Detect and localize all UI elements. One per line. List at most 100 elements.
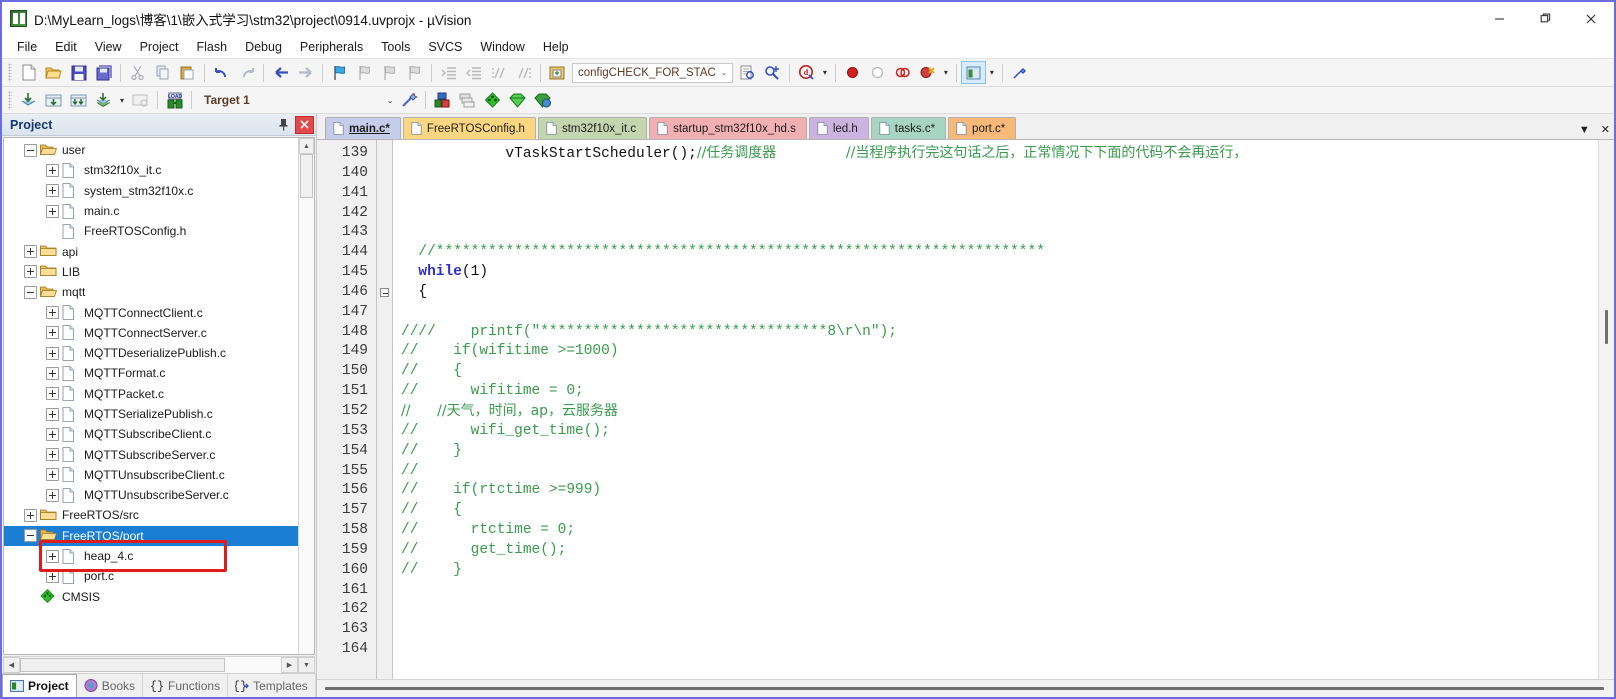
insert-file-icon[interactable] [545, 61, 570, 84]
save-all-icon[interactable] [91, 61, 116, 84]
save-icon[interactable] [66, 61, 91, 84]
panel-tab-books[interactable]: Books [77, 674, 144, 697]
panel-tab-templates[interactable]: {} Templates [228, 674, 316, 697]
close-button[interactable] [1568, 2, 1614, 35]
new-file-icon[interactable] [16, 61, 41, 84]
tree-item-freertosconfig-h[interactable]: FreeRTOSConfig.h [4, 221, 298, 241]
undo-icon[interactable] [209, 61, 234, 84]
code-line[interactable]: // //天气，时间，ap，云服务器 [401, 402, 1598, 422]
expand-icon[interactable] [46, 488, 59, 502]
collapse-icon[interactable] [24, 285, 37, 299]
manage-windows-icon[interactable] [960, 61, 986, 84]
open-file-icon[interactable] [41, 61, 66, 84]
close-icon[interactable] [295, 115, 314, 134]
tree-item-main-c[interactable]: main.c [4, 201, 298, 221]
breakpoints-dropdown-icon[interactable]: ▾ [940, 61, 952, 84]
expand-icon[interactable] [46, 326, 59, 340]
debug-session-icon[interactable]: d [794, 61, 819, 84]
find-in-files-icon[interactable] [735, 61, 760, 84]
menu-file[interactable]: File [8, 37, 46, 57]
manage-project-items-icon[interactable] [430, 89, 455, 112]
tree-item-freertos-src[interactable]: FreeRTOS/src [4, 505, 298, 525]
comment-block-icon[interactable] [486, 61, 511, 84]
copy-icon[interactable] [150, 61, 175, 84]
cut-icon[interactable] [125, 61, 150, 84]
scroll-left-icon[interactable]: ◀ [3, 657, 20, 673]
editor-tab-led-h[interactable]: led.h [808, 117, 869, 139]
editor-scroll-thumb[interactable] [1605, 310, 1608, 344]
scroll-down-icon[interactable]: ▼ [298, 657, 315, 673]
menu-edit[interactable]: Edit [46, 37, 86, 57]
chevron-down-icon[interactable]: ⌄ [716, 68, 732, 77]
tree-item-mqttserializepublish-c[interactable]: MQTTSerializePublish.c [4, 404, 298, 424]
editor-tab-freertosconfig-h[interactable]: FreeRTOSConfig.h [402, 117, 536, 139]
expand-icon[interactable] [46, 468, 59, 482]
tree-item-api[interactable]: api [4, 241, 298, 261]
tree-item-mqttconnectserver-c[interactable]: MQTTConnectServer.c [4, 323, 298, 343]
code-line[interactable] [401, 164, 1598, 184]
multi-project-icon[interactable] [455, 89, 480, 112]
tree-item-system-stm32f10x-c[interactable]: system_stm32f10x.c [4, 181, 298, 201]
tabstrip-close-icon[interactable]: ✕ [1601, 123, 1610, 136]
code-line[interactable] [401, 303, 1598, 323]
expand-icon[interactable] [46, 448, 59, 462]
tree-item-mqtt[interactable]: mqtt [4, 282, 298, 302]
manage-run-time-env-icon[interactable] [505, 89, 530, 112]
expand-icon[interactable] [46, 366, 59, 380]
bookmark-next-icon[interactable] [377, 61, 402, 84]
scroll-track[interactable] [299, 154, 314, 654]
expand-icon[interactable] [46, 549, 59, 563]
menu-view[interactable]: View [86, 37, 131, 57]
tree-item-mqttconnectclient-c[interactable]: MQTTConnectClient.c [4, 302, 298, 322]
paste-icon[interactable] [175, 61, 200, 84]
project-tree-vertical-scrollbar[interactable]: ▲ [298, 138, 314, 654]
code-line[interactable] [401, 600, 1598, 620]
indent-decrease-icon[interactable] [461, 61, 486, 84]
editor-tab-main-c[interactable]: main.c* [325, 117, 401, 139]
expand-icon[interactable] [46, 407, 59, 421]
navigate-forward-icon[interactable] [293, 61, 318, 84]
redo-icon[interactable] [234, 61, 259, 84]
tree-item-user[interactable]: user [4, 140, 298, 160]
panel-tab-functions[interactable]: {} Functions [143, 674, 229, 697]
download-to-flash-icon[interactable]: LOAD [162, 89, 187, 112]
menu-project[interactable]: Project [131, 37, 188, 57]
scroll-up-icon[interactable]: ▲ [299, 138, 314, 154]
code-line[interactable]: // if(rtctime >=999) [401, 481, 1598, 501]
pin-icon[interactable] [274, 116, 293, 134]
code-line[interactable]: // wifi_get_time(); [401, 422, 1598, 442]
pack-installer-icon[interactable] [480, 89, 505, 112]
tree-item-mqttdeserializepublish-c[interactable]: MQTTDeserializePublish.c [4, 343, 298, 363]
scroll-track-horizontal[interactable] [20, 657, 281, 673]
expand-icon[interactable] [46, 163, 59, 177]
tree-item-mqttsubscribeclient-c[interactable]: MQTTSubscribeClient.c [4, 424, 298, 444]
tree-item-port-c[interactable]: port.c [4, 566, 298, 586]
code-line[interactable] [401, 223, 1598, 243]
disable-all-breakpoints-icon[interactable] [890, 61, 915, 84]
expand-icon[interactable] [46, 427, 59, 441]
menu-debug[interactable]: Debug [236, 37, 291, 57]
code-line[interactable] [401, 620, 1598, 640]
code-line[interactable]: // if(wifitime >=1000) [401, 342, 1598, 362]
tree-item-mqttsubscribeserver-c[interactable]: MQTTSubscribeServer.c [4, 444, 298, 464]
tree-item-heap-4-c[interactable]: heap_4.c [4, 546, 298, 566]
code-line[interactable]: vTaskStartScheduler();//任务调度器 //当程序执行完这句… [401, 144, 1598, 164]
collapse-icon[interactable] [24, 529, 37, 543]
code-line[interactable] [401, 581, 1598, 601]
code-line[interactable] [401, 204, 1598, 224]
code-line[interactable]: // rtctime = 0; [401, 521, 1598, 541]
code-line[interactable]: // wifitime = 0; [401, 382, 1598, 402]
expand-icon[interactable] [46, 346, 59, 360]
find-combo[interactable]: configCHECK_FOR_STAC ⌄ [572, 62, 733, 83]
code-line[interactable]: //**************************************… [401, 243, 1598, 263]
target-chevron-down-icon[interactable]: ⌄ [384, 89, 396, 112]
debug-session-dropdown-icon[interactable]: ▾ [819, 61, 831, 84]
navigate-back-icon[interactable] [268, 61, 293, 84]
bookmark-toggle-icon[interactable] [327, 61, 352, 84]
batch-build-icon[interactable] [91, 89, 116, 112]
fold-toggle-icon[interactable] [377, 283, 392, 303]
editor-tab-startup-stm32f10x-hd-s[interactable]: startup_stm32f10x_hd.s [649, 117, 807, 139]
expand-icon[interactable] [46, 306, 59, 320]
code-line[interactable]: //// printf("***************************… [401, 323, 1598, 343]
editor-tab-port-c[interactable]: port.c* [948, 117, 1017, 139]
